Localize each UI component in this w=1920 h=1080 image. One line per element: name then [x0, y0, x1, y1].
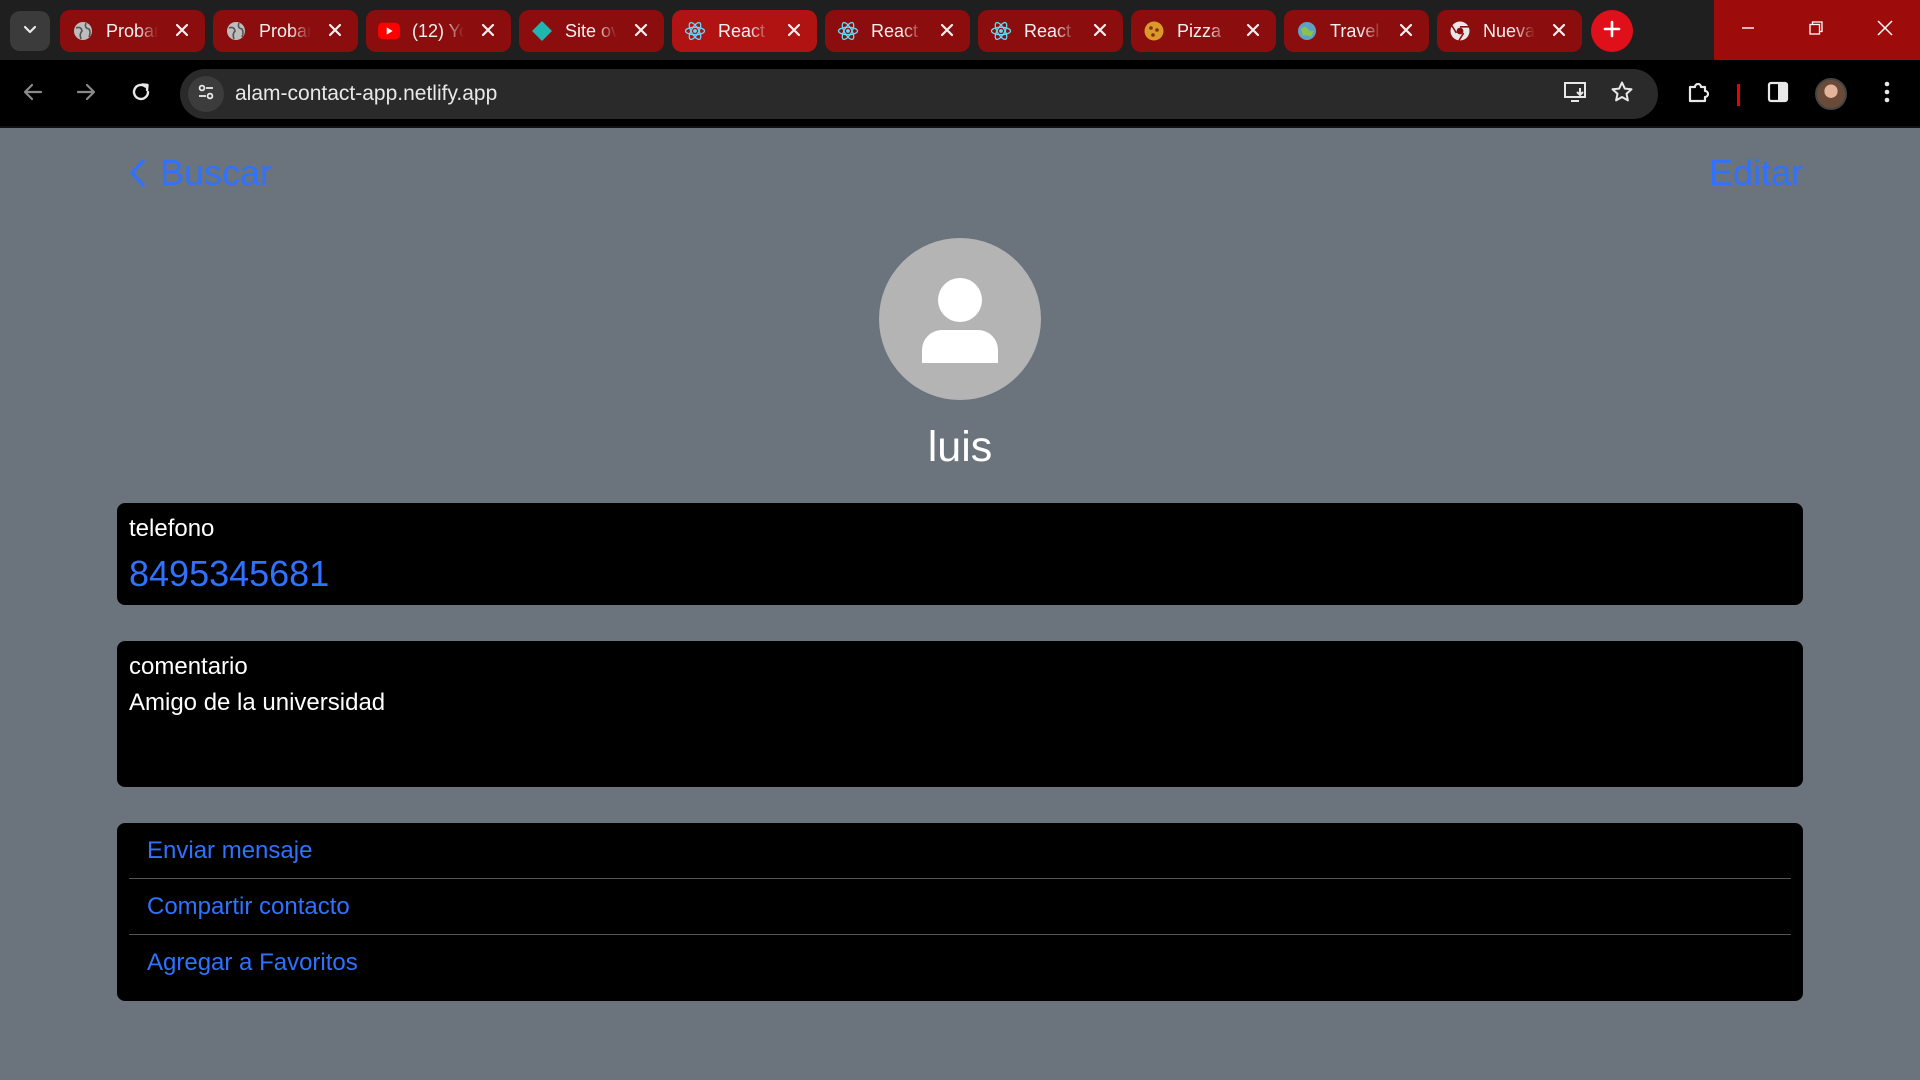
- contact-detail-page: Buscar Editar luis telefono 8495345681 c…: [0, 130, 1920, 1080]
- person-icon: [879, 278, 1041, 400]
- chevron-down-icon: [22, 21, 38, 42]
- tab-title: (12) YouTube: [412, 20, 464, 41]
- travel-icon: [1296, 20, 1318, 42]
- reload-button[interactable]: [121, 74, 161, 114]
- tab-title: Site overview: [565, 20, 617, 41]
- tab-search-button[interactable]: [10, 11, 50, 51]
- share-contact-action[interactable]: Compartir contacto: [129, 879, 1791, 935]
- back-link-label: Buscar: [160, 152, 273, 193]
- close-tab-icon[interactable]: [936, 19, 958, 41]
- tab-title: React App: [871, 20, 923, 41]
- extension-separator: [1737, 84, 1740, 106]
- tab-title: Pizza: [1177, 20, 1222, 41]
- comment-text: Amigo de la universidad: [129, 689, 386, 716]
- browser-tab[interactable]: Probar: [213, 10, 358, 52]
- tab-title: React App: [718, 20, 770, 41]
- close-tab-icon[interactable]: [1548, 19, 1570, 41]
- chevron-left-icon: [128, 158, 146, 188]
- minimize-icon: [1740, 20, 1756, 41]
- react-icon: [837, 20, 859, 42]
- phone-card: telefono 8495345681: [117, 503, 1803, 605]
- install-app-button[interactable]: [1561, 79, 1591, 109]
- chrome-icon: [1449, 20, 1471, 42]
- close-tab-icon[interactable]: [1242, 19, 1264, 41]
- tab-title: Probar: [106, 20, 158, 41]
- close-tab-icon[interactable]: [783, 19, 805, 41]
- browser-tab[interactable]: React App: [978, 10, 1123, 52]
- plus-icon: [1602, 19, 1622, 44]
- arrow-left-icon: [22, 81, 44, 108]
- globe-icon: [225, 20, 247, 42]
- react-icon: [990, 20, 1012, 42]
- star-icon: [1610, 80, 1634, 109]
- browser-tab[interactable]: Nueva pestaña: [1437, 10, 1582, 52]
- phone-label: telefono: [129, 515, 215, 542]
- install-app-icon: [1563, 80, 1589, 109]
- close-tab-icon[interactable]: [477, 19, 499, 41]
- minimize-window-button[interactable]: [1714, 0, 1782, 60]
- close-icon: [1876, 19, 1894, 42]
- browser-menu-button[interactable]: [1872, 79, 1902, 109]
- youtube-icon: [378, 20, 400, 42]
- edit-contact-link[interactable]: Editar: [1709, 152, 1803, 194]
- actions-card: Enviar mensaje Compartir contacto Agrega…: [117, 823, 1803, 1001]
- side-panel-button[interactable]: [1763, 79, 1793, 109]
- add-to-favorites-action[interactable]: Agregar a Favoritos: [129, 935, 1791, 991]
- tab-title: Travel: [1330, 20, 1380, 41]
- react-icon: [684, 20, 706, 42]
- send-message-action[interactable]: Enviar mensaje: [129, 823, 1791, 879]
- phone-number-link[interactable]: 8495345681: [129, 553, 329, 595]
- close-window-button[interactable]: [1850, 0, 1920, 60]
- browser-tab[interactable]: React App: [672, 10, 817, 52]
- pizza-icon: [1143, 20, 1165, 42]
- comment-label: comentario: [129, 653, 248, 680]
- browser-tab[interactable]: (12) YouTube: [366, 10, 511, 52]
- url-text[interactable]: alam-contact-app.netlify.app: [235, 82, 497, 106]
- close-tab-icon[interactable]: [1395, 19, 1417, 41]
- comment-card: comentario Amigo de la universidad: [117, 641, 1803, 787]
- site-info-button[interactable]: [188, 76, 224, 112]
- close-tab-icon[interactable]: [324, 19, 346, 41]
- more-vertical-icon: [1883, 80, 1891, 109]
- browser-tab[interactable]: Pizza: [1131, 10, 1276, 52]
- close-tab-icon[interactable]: [630, 19, 652, 41]
- contact-avatar: [879, 238, 1041, 400]
- new-tab-button[interactable]: [1591, 10, 1633, 52]
- profile-avatar-button[interactable]: [1815, 78, 1847, 110]
- extensions-button[interactable]: [1684, 79, 1714, 109]
- forward-button[interactable]: [66, 74, 106, 114]
- close-tab-icon[interactable]: [171, 19, 193, 41]
- address-bar[interactable]: alam-contact-app.netlify.app: [180, 69, 1658, 119]
- browser-tab[interactable]: Site overview: [519, 10, 664, 52]
- tab-title: React App: [1024, 20, 1076, 41]
- restore-icon: [1808, 20, 1824, 41]
- tab-list: Probar Probar (12) YouTube Site overview Rea…: [60, 10, 1590, 52]
- tab-title: Probar: [259, 20, 311, 41]
- globe-icon: [72, 20, 94, 42]
- tune-icon: [196, 82, 216, 107]
- reload-icon: [130, 81, 152, 108]
- browser-toolbar: alam-contact-app.netlify.app: [0, 60, 1920, 128]
- bookmark-button[interactable]: [1607, 79, 1637, 109]
- browser-tab[interactable]: Travel: [1284, 10, 1429, 52]
- browser-tab[interactable]: Probar: [60, 10, 205, 52]
- side-panel-icon: [1766, 80, 1790, 109]
- contact-name: luis: [927, 423, 993, 471]
- netlify-icon: [531, 20, 553, 42]
- close-tab-icon[interactable]: [1089, 19, 1111, 41]
- restore-window-button[interactable]: [1782, 0, 1850, 60]
- browser-tab[interactable]: React App: [825, 10, 970, 52]
- back-button[interactable]: [13, 74, 53, 114]
- tab-title: Nueva pestaña: [1483, 20, 1535, 41]
- browser-tab-strip: Probar Probar (12) YouTube Site overview Rea…: [0, 0, 1920, 60]
- back-to-search-link[interactable]: Buscar: [128, 152, 272, 194]
- puzzle-icon: [1686, 79, 1712, 110]
- arrow-right-icon: [75, 81, 97, 108]
